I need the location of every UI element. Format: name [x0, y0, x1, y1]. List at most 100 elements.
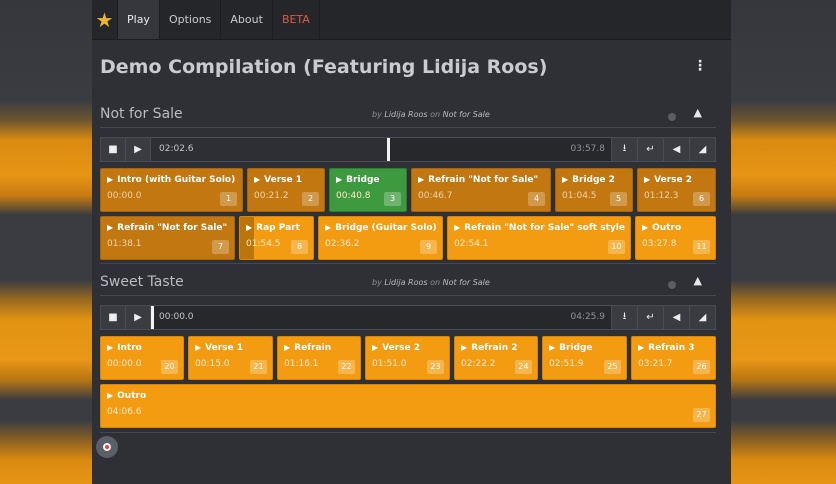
cue-list: ▶ Intro (with Guitar Solo) 00:00.0 1 ▶ Ver…: [100, 162, 716, 266]
cue-time: 02:54.1: [454, 239, 489, 249]
cue-time: 04:06.6: [107, 407, 142, 417]
tab-beta[interactable]: BETA: [273, 0, 320, 39]
cue-button[interactable]: ▶ Refrain "Not for Sale" 00:46.7 4: [411, 168, 551, 212]
cue-number: 4: [528, 192, 545, 206]
volume-level-icon[interactable]: ◢: [689, 138, 715, 161]
cue-name: ▶ Bridge: [549, 343, 593, 353]
cue-button[interactable]: ▶ Verse 2 01:12.3 6: [637, 168, 716, 212]
cue-label: Refrain "Not for Sale" soft style: [464, 223, 625, 233]
cue-button-playing[interactable]: ▶ Rap Part 01:54.5 8: [239, 216, 314, 260]
cue-name: ▶ Outro: [107, 391, 147, 401]
cue-button[interactable]: ▶ Outro 04:06.6 27: [100, 384, 716, 428]
seek-bar[interactable]: 00:00.0 04:25.9: [151, 306, 611, 329]
stop-button[interactable]: ■: [101, 138, 126, 161]
cue-button[interactable]: ▶ Refrain "Not for Sale" soft style 02:54…: [447, 216, 631, 260]
cue-button[interactable]: ▶ Intro 00:00.0 20: [100, 336, 184, 380]
cue-label: Verse 2: [654, 175, 693, 185]
more-vertical-icon[interactable]: ⋮: [693, 58, 707, 74]
record-icon[interactable]: [96, 436, 118, 458]
player-bar: ■ ▶ 00:00.0 04:25.9 ⭳ ↵ ◀ ◢: [100, 305, 716, 330]
cue-button[interactable]: ▶ Verse 2 01:51.0 23: [365, 336, 450, 380]
cue-name: ▶ Refrain "Not for Sale" soft style: [454, 223, 625, 233]
cue-button[interactable]: ▶ Refrain 01:16.1 22: [277, 336, 361, 380]
cue-time: 00:21.2: [254, 191, 289, 201]
cue-time: 02:22.2: [461, 359, 496, 369]
seek-bar[interactable]: 02:02.6 03:57.8: [151, 138, 611, 161]
loop-icon[interactable]: ↵: [637, 306, 663, 329]
cue-label: Refrain "Not for Sale": [117, 223, 228, 233]
cue-name: ▶ Refrain 3: [638, 343, 695, 353]
byline-prefix: by: [372, 110, 382, 119]
duration: 04:25.9: [570, 312, 605, 322]
cue-number: 10: [608, 240, 625, 254]
cue-button[interactable]: ▶ Refrain 3 03:21.7 26: [631, 336, 716, 380]
cue-time: 02:36.2: [325, 239, 360, 249]
play-button[interactable]: ▶: [126, 306, 151, 329]
cue-label: Refrain 2: [471, 343, 518, 353]
cue-button[interactable]: ▶ Bridge (Guitar Solo) 02:36.2 9: [318, 216, 443, 260]
cue-button-active[interactable]: ▶ Bridge 00:40.8 3: [329, 168, 407, 212]
cue-label: Refrain 3: [648, 343, 695, 353]
byline-prefix: by: [372, 278, 382, 287]
cue-button[interactable]: ▶ Refrain "Not for Sale" 01:38.1 7: [100, 216, 235, 260]
download-icon[interactable]: ⭳: [611, 306, 637, 329]
navbar: ★ Play Options About BETA: [92, 0, 731, 40]
cue-number: 22: [338, 360, 355, 374]
download-icon[interactable]: ⭳: [611, 138, 637, 161]
cue-button[interactable]: ▶ Bridge 2 01:04.5 5: [555, 168, 633, 212]
chevron-up-icon[interactable]: ▲: [694, 106, 702, 119]
current-time: 00:00.0: [159, 312, 194, 322]
artist-link[interactable]: Lidija Roos: [384, 278, 427, 287]
track-byline: by Lidija Roos on Not for Sale: [372, 278, 490, 287]
cue-name: ▶ Verse 1: [195, 343, 244, 353]
cue-button[interactable]: ▶ Verse 1 00:15.0 21: [188, 336, 273, 380]
cue-number: 7: [212, 240, 229, 254]
cue-name: ▶ Verse 2: [644, 175, 693, 185]
cue-button[interactable]: ▶ Verse 1 00:21.2 2: [247, 168, 325, 212]
app-window: ★ Play Options About BETA Demo Compilati…: [92, 0, 731, 484]
track-header: Not for Sale by Lidija Roos on Not for S…: [100, 104, 716, 128]
cue-label: Verse 1: [264, 175, 303, 185]
cue-button[interactable]: ▶ Refrain 2 02:22.2 24: [454, 336, 538, 380]
tab-options[interactable]: Options: [160, 0, 222, 39]
artist-link[interactable]: Lidija Roos: [384, 110, 427, 119]
stop-button[interactable]: ■: [101, 306, 126, 329]
seek-handle[interactable]: [151, 306, 154, 329]
status-dot: [668, 281, 676, 289]
cue-button[interactable]: ▶ Outro 03:27.8 11: [635, 216, 716, 260]
cue-time: 00:00.0: [107, 359, 142, 369]
seek-handle[interactable]: [386, 138, 390, 161]
cue-name: ▶ Intro (with Guitar Solo): [107, 175, 236, 185]
cue-number: 11: [693, 240, 710, 254]
cue-button[interactable]: ▶ Intro (with Guitar Solo) 00:00.0 1: [100, 168, 243, 212]
play-button[interactable]: ▶: [126, 138, 151, 161]
cue-number: 23: [427, 360, 444, 374]
cue-name: ▶ Verse 1: [254, 175, 303, 185]
volume-level-icon[interactable]: ◢: [689, 306, 715, 329]
cue-time: 01:51.0: [372, 359, 407, 369]
byline-on: on: [430, 278, 441, 287]
volume-icon[interactable]: ◀: [663, 138, 689, 161]
cue-label: Verse 1: [205, 343, 244, 353]
cue-label: Intro (with Guitar Solo): [117, 175, 236, 185]
cue-time: 01:16.1: [284, 359, 319, 369]
cue-name: ▶ Rap Part: [246, 223, 300, 233]
album-link[interactable]: Not for Sale: [443, 110, 490, 119]
tab-about[interactable]: About: [221, 0, 273, 39]
cue-button[interactable]: ▶ Bridge 02:51.9 25: [542, 336, 627, 380]
volume-icon[interactable]: ◀: [663, 306, 689, 329]
tab-play[interactable]: Play: [117, 0, 160, 39]
album-link[interactable]: Not for Sale: [443, 278, 490, 287]
cue-label: Rap Part: [256, 223, 300, 233]
cue-number: 5: [610, 192, 627, 206]
cue-time: 03:27.8: [642, 239, 677, 249]
track-title: Not for Sale: [100, 106, 183, 122]
cue-name: ▶ Refrain 2: [461, 343, 518, 353]
loop-icon[interactable]: ↵: [637, 138, 663, 161]
cue-number: 8: [291, 240, 308, 254]
star-icon[interactable]: ★: [92, 0, 117, 39]
divider: [100, 263, 716, 264]
cue-time: 00:00.0: [107, 191, 142, 201]
cue-name: ▶ Refrain: [284, 343, 332, 353]
chevron-up-icon[interactable]: ▲: [694, 274, 702, 287]
